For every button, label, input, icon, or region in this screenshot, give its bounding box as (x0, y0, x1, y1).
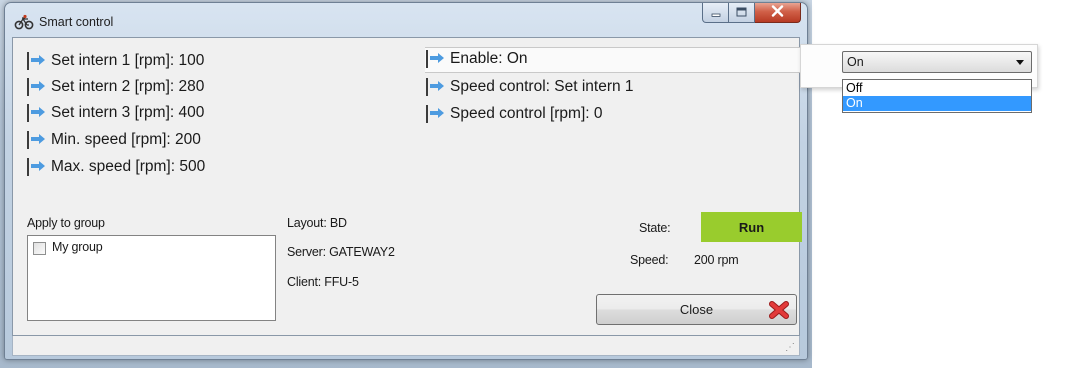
close-button-label: Close (679, 302, 714, 317)
maximize-button[interactable] (729, 3, 755, 23)
param-label: Set intern 1 [rpm]: 100 (51, 52, 205, 69)
caption-buttons (702, 3, 801, 24)
apply-to-group-label: Apply to group (27, 216, 105, 230)
arrow-right-icon (430, 50, 444, 68)
row-marker (27, 104, 29, 122)
group-item-label: My group (52, 240, 103, 254)
arrow-right-icon (31, 78, 45, 96)
enable-dropdown[interactable]: On (842, 51, 1032, 73)
row-marker (27, 78, 29, 96)
row-marker (27, 158, 29, 176)
window-title: Smart control (39, 15, 114, 29)
param-label: Speed control [rpm]: 0 (450, 105, 603, 122)
speed-label: Speed: (630, 253, 669, 267)
client-info: Client: FFU-5 (287, 275, 359, 289)
state-run-badge: Run (701, 212, 802, 242)
row-marker (426, 105, 428, 123)
dropdown-options-list: Off On (842, 79, 1032, 113)
row-marker (27, 52, 29, 70)
arrow-right-icon (31, 104, 45, 122)
client-area: Set intern 1 [rpm]: 100 Set intern 2 [rp… (12, 37, 805, 336)
param-min-speed[interactable]: Min. speed [rpm]: 200 (27, 131, 201, 149)
param-enable[interactable]: Enable: On (426, 50, 528, 68)
dropdown-selected-value: On (847, 55, 864, 69)
group-item-my-group[interactable]: My group (28, 236, 275, 256)
dropdown-option-off[interactable]: Off (843, 81, 1031, 96)
param-speed-control-rpm[interactable]: Speed control [rpm]: 0 (426, 105, 603, 123)
minimize-button[interactable] (702, 3, 729, 23)
param-set-intern-3[interactable]: Set intern 3 [rpm]: 400 (27, 104, 204, 122)
window-close-button[interactable] (755, 3, 801, 23)
row-marker (426, 50, 428, 68)
layout-info: Layout: BD (287, 216, 347, 230)
state-label: State: (639, 221, 671, 235)
speed-value: 200 rpm (694, 253, 739, 267)
arrow-right-icon (430, 105, 444, 123)
dropdown-option-on[interactable]: On (843, 96, 1031, 111)
row-marker (426, 78, 428, 96)
param-label: Speed control: Set intern 1 (450, 78, 634, 95)
param-max-speed[interactable]: Max. speed [rpm]: 500 (27, 158, 205, 176)
param-label: Min. speed [rpm]: 200 (51, 131, 201, 148)
my-group-checkbox[interactable] (33, 242, 46, 255)
param-label: Max. speed [rpm]: 500 (51, 158, 206, 175)
arrow-right-icon (31, 158, 45, 176)
minimize-icon (711, 4, 721, 22)
chevron-down-icon[interactable] (1016, 60, 1024, 65)
bicycle-icon (14, 14, 34, 30)
arrow-right-icon (430, 78, 444, 96)
smart-control-window: Smart control Set intern 1 [rpm]: 100 Se… (4, 2, 808, 360)
param-label: Set intern 3 [rpm]: 400 (51, 104, 205, 121)
arrow-right-icon (31, 131, 45, 149)
param-label: Enable: On (450, 50, 528, 67)
arrow-right-icon (31, 52, 45, 70)
status-bar: ⋰ (12, 336, 800, 356)
group-list[interactable]: My group (27, 235, 276, 321)
param-label: Set intern 2 [rpm]: 280 (51, 78, 205, 95)
close-icon (771, 4, 784, 22)
param-speed-control-mode[interactable]: Speed control: Set intern 1 (426, 78, 634, 96)
maximize-icon (736, 4, 747, 22)
param-set-intern-2[interactable]: Set intern 2 [rpm]: 280 (27, 78, 204, 96)
title-bar[interactable]: Smart control (5, 3, 807, 37)
param-set-intern-1[interactable]: Set intern 1 [rpm]: 100 (27, 52, 204, 70)
row-marker (27, 131, 29, 149)
resize-grip-icon[interactable]: ⋰ (785, 342, 795, 353)
red-x-icon (769, 301, 789, 322)
server-info: Server: GATEWAY2 (287, 245, 395, 259)
close-button[interactable]: Close (596, 294, 797, 325)
